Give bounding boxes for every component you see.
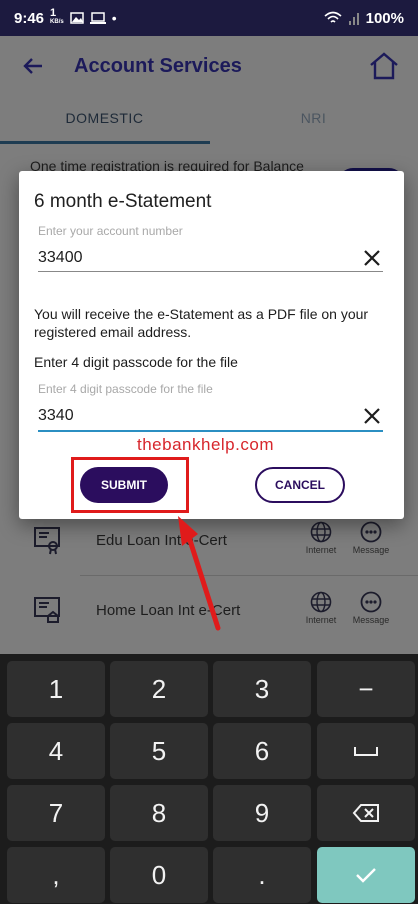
service-name: Edu Loan Int e-Cert — [96, 531, 227, 549]
passcode-input[interactable]: 3340 — [38, 407, 74, 425]
key-2[interactable]: 2 — [110, 661, 208, 717]
globe-icon — [310, 521, 332, 543]
service-name: Home Loan Int e-Cert — [96, 601, 241, 619]
back-arrow-icon — [23, 58, 42, 74]
status-bar: 9:46 1 KB/s • 100% — [0, 0, 418, 36]
status-notification-icons: 1 KB/s • — [50, 7, 117, 27]
app-header: Account Services — [0, 36, 418, 96]
key-space[interactable] — [317, 723, 415, 779]
tab-domestic[interactable]: DOMESTIC — [0, 96, 209, 144]
key-done[interactable] — [317, 847, 415, 903]
key-6[interactable]: 6 — [213, 723, 311, 779]
watermark-text: thebankhelp.com — [137, 435, 274, 454]
key-1[interactable]: 1 — [7, 661, 105, 717]
checkmark-icon — [356, 868, 376, 883]
space-icon — [354, 747, 378, 756]
gallery-icon — [69, 12, 84, 24]
key-9[interactable]: 9 — [213, 785, 311, 841]
e-statement-info: You will receive the e-Statement as a PD… — [34, 306, 369, 340]
cancel-button[interactable]: CANCEL — [255, 467, 345, 503]
active-tab-indicator — [0, 141, 210, 144]
key-5[interactable]: 5 — [110, 723, 208, 779]
channel-internet[interactable]: Internet — [296, 591, 346, 625]
clear-account-icon[interactable] — [361, 247, 383, 269]
message-icon — [360, 521, 382, 543]
key-8[interactable]: 8 — [110, 785, 208, 841]
service-row-home-loan[interactable]: Home Loan Int e-Cert Internet Message — [0, 575, 418, 645]
key-minus[interactable]: − — [317, 661, 415, 717]
account-number-input[interactable]: 33400 — [38, 249, 83, 267]
wifi-icon — [324, 11, 342, 23]
dialog-title: 6 month e-Statement — [34, 191, 212, 212]
key-0[interactable]: 0 — [110, 847, 208, 903]
numeric-keypad: 1 2 3 − 4 5 6 7 8 9 , 0 . — [0, 654, 418, 904]
e-statement-dialog: 6 month e-Statement Enter your account n… — [19, 171, 404, 519]
message-icon — [360, 591, 382, 613]
laptop-icon — [89, 12, 106, 24]
channel-message[interactable]: Message — [346, 521, 396, 555]
home-icon[interactable] — [368, 50, 400, 82]
passcode-label: Enter 4 digit passcode for the file — [34, 354, 238, 370]
page-title: Account Services — [74, 54, 242, 77]
clear-passcode-icon[interactable] — [361, 405, 383, 427]
passcode-underline — [38, 430, 383, 432]
certificate-icon — [34, 527, 60, 555]
globe-icon — [310, 591, 332, 613]
channel-message[interactable]: Message — [346, 591, 396, 625]
key-backspace[interactable] — [317, 785, 415, 841]
account-number-hint: Enter your account number — [38, 224, 183, 238]
status-time: 9:46 — [14, 9, 45, 27]
key-4[interactable]: 4 — [7, 723, 105, 779]
key-3[interactable]: 3 — [213, 661, 311, 717]
back-button[interactable] — [18, 51, 48, 81]
passcode-hint: Enter 4 digit passcode for the file — [38, 382, 213, 396]
tab-nri[interactable]: NRI — [209, 96, 418, 144]
signal-icon — [348, 13, 359, 25]
backspace-icon — [352, 804, 379, 822]
home-certificate-icon — [34, 597, 60, 623]
submit-highlight-box — [71, 457, 189, 513]
account-number-underline — [38, 271, 383, 272]
channel-internet[interactable]: Internet — [296, 521, 346, 555]
tab-bar: DOMESTIC NRI — [0, 96, 418, 144]
network-speed-icon: 1 KB/s — [50, 7, 64, 26]
battery-level: 100% — [365, 9, 404, 27]
dot-icon: • — [111, 10, 117, 26]
key-comma[interactable]: , — [7, 847, 105, 903]
key-period[interactable]: . — [213, 847, 311, 903]
key-7[interactable]: 7 — [7, 785, 105, 841]
